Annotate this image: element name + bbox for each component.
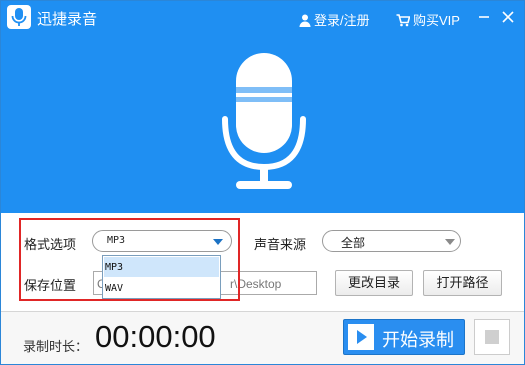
duration-timer: 00:00:00 [95,319,216,354]
app-window: 迅捷录音 登录/注册 购买VIP 格式选项 MP3 声音来源 全部 保存位置 r… [0,0,525,365]
source-label: 声音来源 [254,237,307,252]
play-icon [348,324,374,350]
login-link[interactable]: 登录/注册 [299,10,370,30]
close-icon[interactable] [499,8,517,26]
start-recording-button[interactable]: 开始录制 [343,319,465,355]
login-label: 登录/注册 [314,13,370,28]
microphone-icon [222,53,306,196]
duration-label: 录制时长： [23,339,89,354]
stop-icon[interactable] [474,319,510,355]
open-path-button[interactable]: 打开路径 [423,270,502,296]
vip-label: 购买VIP [413,13,460,28]
user-icon [299,14,311,30]
start-recording-label: 开始录制 [382,330,454,350]
microphone-logo-icon [7,5,31,29]
app-title: 迅捷录音 [37,11,98,28]
source-select[interactable]: 全部 [322,230,461,252]
change-directory-button[interactable]: 更改目录 [335,270,413,296]
buy-vip-link[interactable]: 购买VIP [396,10,460,30]
source-selected-value: 全部 [341,236,366,250]
title-bar: 迅捷录音 登录/注册 购买VIP [1,1,524,35]
chevron-down-icon [445,239,455,245]
highlight-box [19,218,240,301]
hero-panel: 迅捷录音 登录/注册 购买VIP [1,1,524,213]
cart-icon [396,14,411,30]
minimize-icon[interactable] [475,8,493,26]
